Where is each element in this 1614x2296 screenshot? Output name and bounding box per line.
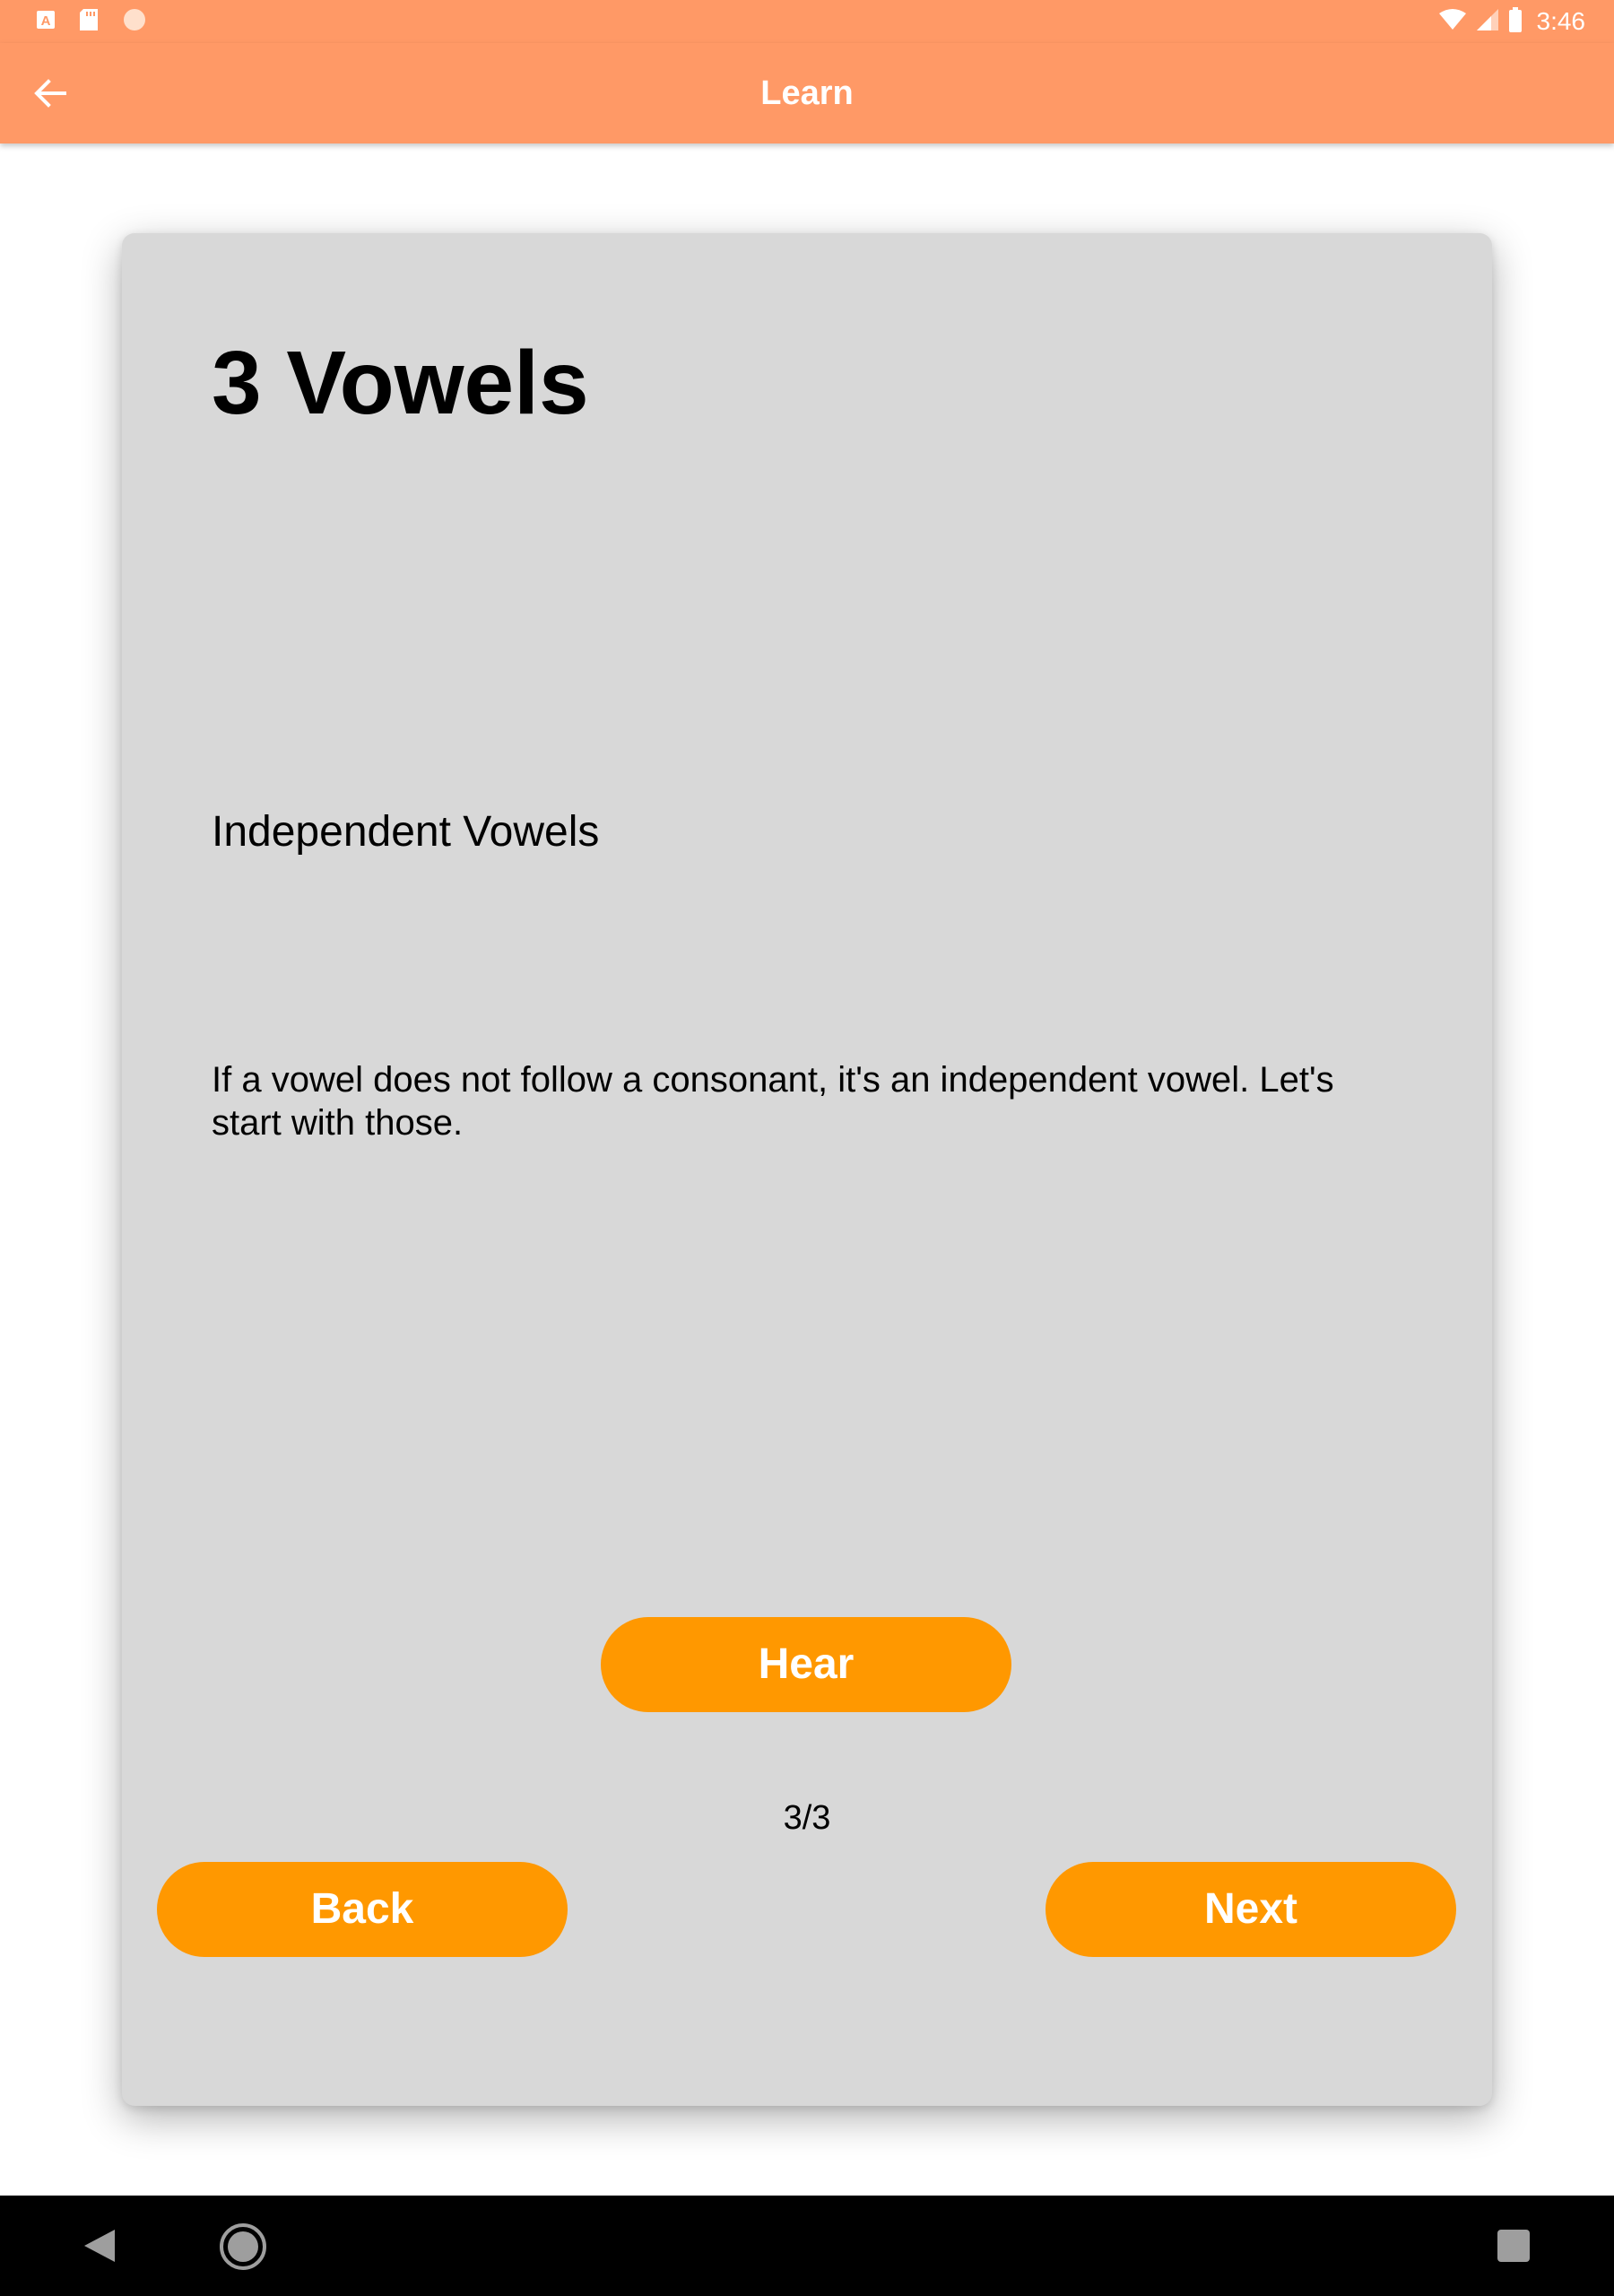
wifi-icon bbox=[1438, 8, 1467, 36]
circle-icon bbox=[122, 7, 147, 37]
arrow-back-icon[interactable] bbox=[27, 70, 74, 117]
back-button[interactable]: Back bbox=[157, 1862, 568, 1957]
page-indicator: 3/3 bbox=[783, 1799, 831, 1837]
system-nav-bar bbox=[0, 2196, 1614, 2296]
sd-card-icon bbox=[79, 8, 99, 36]
lesson-card: 3 Vowels Independent Vowels If a vowel d… bbox=[122, 233, 1492, 2106]
status-time: 3:46 bbox=[1536, 7, 1586, 35]
status-left-icons: A bbox=[36, 7, 147, 36]
next-button[interactable]: Next bbox=[1046, 1862, 1456, 1957]
app-bar: Learn bbox=[0, 43, 1614, 144]
status-right-icons: 3:46 bbox=[1438, 5, 1586, 38]
nav-home-icon[interactable] bbox=[219, 2222, 267, 2271]
app-a-icon: A bbox=[36, 10, 56, 34]
svg-text:A: A bbox=[41, 13, 51, 29]
lesson-subtitle: Independent Vowels bbox=[212, 808, 600, 856]
status-bar: A 3:46 bbox=[0, 0, 1614, 43]
nav-back-icon[interactable] bbox=[81, 2226, 120, 2266]
lesson-body: If a vowel does not follow a consonant, … bbox=[212, 1060, 1334, 1143]
nav-recents-icon[interactable] bbox=[1497, 2230, 1530, 2262]
hear-button[interactable]: Hear bbox=[601, 1617, 1011, 1712]
lesson-title: 3 Vowels bbox=[212, 333, 589, 433]
battery-icon bbox=[1508, 6, 1523, 37]
cell-signal-icon bbox=[1476, 8, 1499, 36]
page-title: Learn bbox=[760, 74, 854, 112]
